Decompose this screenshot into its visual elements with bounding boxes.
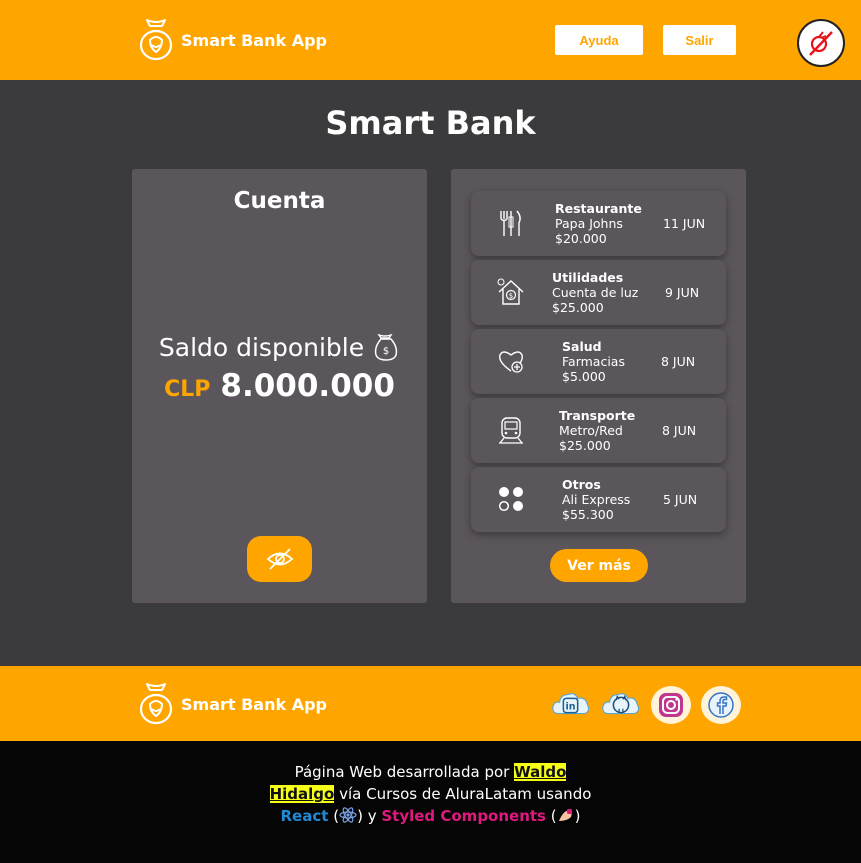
instagram-link[interactable]: [651, 686, 691, 724]
author-link[interactable]: Hidalgo: [269, 785, 335, 803]
transaction-merchant: Farmacias: [562, 354, 625, 369]
transaction-date: 8 JUN: [662, 423, 697, 438]
balance-currency: CLP: [164, 377, 211, 402]
transaction-merchant: Ali Express: [562, 492, 631, 507]
footer: Smart Bank App in: [0, 666, 861, 741]
money-bag-small-icon: $: [374, 333, 398, 361]
styled-components-text: Styled Components: [381, 807, 546, 825]
help-button[interactable]: Ayuda: [555, 25, 643, 55]
credits-line-2: Hidalgo vía Cursos de AluraLatam usando: [0, 783, 861, 805]
house-bill-icon: $: [497, 278, 524, 305]
svg-text:$: $: [383, 346, 389, 357]
balance-label-text: Saldo disponible: [158, 333, 365, 362]
transaction-item[interactable]: Transporte Metro/Red $25.000 8 JUN: [471, 398, 726, 463]
toggle-balance-button[interactable]: [247, 536, 312, 582]
credits: Página Web desarrollada por Waldo Hidalg…: [0, 741, 861, 863]
transaction-date: 11 JUN: [663, 216, 706, 231]
money-bag-icon: [139, 19, 173, 61]
transaction-item[interactable]: $ Utilidades Cuenta de luz $25.000 9 JUN: [471, 260, 726, 325]
transaction-item[interactable]: Otros Ali Express $55.300 5 JUN: [471, 467, 726, 532]
credits-line-3: React ( ) y Styled Components ( ): [0, 805, 861, 827]
credits-text-2: vía Cursos de AluraLatam usando: [334, 785, 592, 803]
linkedin-icon: in: [552, 693, 590, 715]
transaction-amount: $5.000: [562, 369, 606, 384]
transaction-item[interactable]: Salud Farmacias $5.000 8 JUN: [471, 329, 726, 394]
github-link[interactable]: [601, 686, 641, 724]
instagram-icon: [659, 693, 683, 717]
transaction-merchant: Metro/Red: [559, 423, 623, 438]
header-brand-text: Smart Bank App: [181, 30, 327, 50]
credits-line-1: Página Web desarrollada por Waldo: [0, 761, 861, 783]
transaction-date: 8 JUN: [661, 354, 696, 369]
transaction-category: Transporte: [559, 408, 636, 423]
transaction-category: Restaurante: [555, 201, 642, 216]
header-brand[interactable]: Smart Bank App: [137, 18, 327, 62]
account-card: Cuenta Saldo disponible $ CLP 8.000.000: [132, 169, 427, 603]
balance-amount: CLP 8.000.000: [132, 368, 427, 404]
exit-button[interactable]: Salir: [663, 25, 736, 55]
github-icon: [602, 693, 640, 715]
react-text: React: [280, 807, 329, 825]
transactions-card: Restaurante Papa Johns $20.000 11 JUN $ …: [451, 169, 746, 603]
page-title: Smart Bank: [325, 104, 536, 142]
header: Smart Bank App Ayuda Salir: [0, 0, 861, 80]
svg-text:$: $: [509, 292, 513, 300]
transaction-amount: $20.000: [555, 231, 607, 246]
author-link[interactable]: Waldo: [514, 763, 567, 781]
balance-label: Saldo disponible $: [132, 333, 427, 362]
see-more-button[interactable]: Ver más: [550, 549, 648, 582]
transaction-merchant: Cuenta de luz: [552, 285, 639, 300]
linkedin-link[interactable]: in: [551, 686, 591, 724]
account-title: Cuenta: [233, 188, 326, 214]
dots-icon: [498, 487, 523, 512]
react-icon: [339, 807, 357, 823]
transaction-amount: $25.000: [552, 300, 604, 315]
transaction-amount: $55.300: [562, 507, 614, 522]
facebook-link[interactable]: [701, 686, 741, 724]
money-bag-icon: [139, 683, 173, 725]
nail-polish-icon: [558, 809, 572, 821]
credits-text-1: Página Web desarrollada por: [294, 763, 515, 781]
transaction-date: 5 JUN: [663, 492, 698, 507]
transaction-item[interactable]: Restaurante Papa Johns $20.000 11 JUN: [471, 191, 726, 256]
transaction-category: Utilidades: [552, 270, 624, 285]
transaction-category: Salud: [562, 339, 602, 354]
facebook-icon: [708, 692, 734, 718]
health-heart-icon: [499, 351, 523, 373]
transaction-merchant: Papa Johns: [555, 216, 623, 231]
mode-toggle-button[interactable]: [797, 19, 845, 67]
transaction-category: Otros: [562, 477, 601, 492]
react-logo-paren: ( ): [333, 807, 363, 825]
svg-text:in: in: [566, 702, 576, 713]
footer-brand[interactable]: Smart Bank App: [137, 682, 327, 726]
nail-polish-paren: ( ): [550, 807, 581, 825]
train-icon: [499, 417, 523, 444]
cutlery-icon: [500, 210, 521, 236]
transaction-date: 9 JUN: [665, 285, 700, 300]
eye-slash-icon: [266, 548, 293, 570]
transaction-amount: $25.000: [559, 438, 611, 453]
credits-and: y: [362, 807, 382, 825]
balance-value: 8.000.000: [220, 368, 395, 404]
no-mode-icon: [809, 31, 833, 56]
footer-brand-text: Smart Bank App: [181, 694, 327, 714]
